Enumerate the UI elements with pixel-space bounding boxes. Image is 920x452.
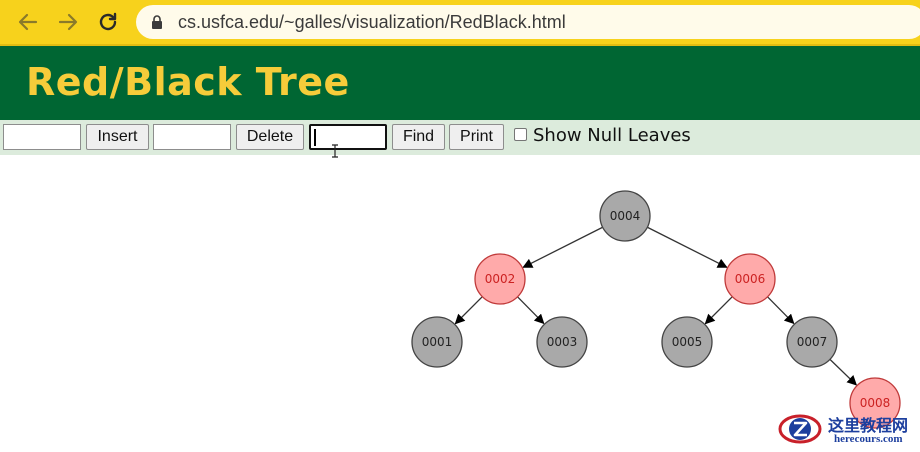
find-button[interactable]: Find: [392, 124, 445, 150]
tree-node-0001: 0001: [411, 316, 463, 368]
tree-node-label: 0004: [610, 209, 641, 223]
tree-edge-0006-0005: [704, 296, 733, 325]
tree-node-label: 0002: [485, 272, 516, 286]
tree-node-0007: 0007: [786, 316, 838, 368]
tree-edge-0007-0008: [829, 358, 858, 386]
tree-node-0004: 0004: [599, 190, 651, 242]
tree-edge-0004-0002: [522, 226, 603, 268]
url-text: cs.usfca.edu/~galles/visualization/RedBl…: [178, 12, 566, 32]
reload-icon[interactable]: [96, 10, 120, 34]
lock-icon[interactable]: [150, 15, 164, 29]
address-bar[interactable]: cs.usfca.edu/~galles/visualization/RedBl…: [136, 5, 920, 39]
page-title: Red/Black Tree: [26, 60, 350, 104]
tree-node-label: 0001: [422, 335, 453, 349]
tree-node-label: 0006: [735, 272, 766, 286]
find-input[interactable]: [309, 124, 387, 150]
text-caret: [314, 129, 316, 146]
tree-edge-0002-0001: [454, 296, 483, 325]
watermark-en-text: herecours.com: [834, 433, 903, 445]
insert-input[interactable]: [3, 124, 81, 150]
watermark-logo: 这里教程网 herecours.com: [776, 408, 916, 448]
show-null-leaves-checkbox[interactable]: [514, 128, 527, 141]
tree-edge-0002-0003: [517, 296, 545, 325]
tree-node-0003: 0003: [536, 316, 588, 368]
delete-button[interactable]: Delete: [236, 124, 304, 150]
browser-toolbar: cs.usfca.edu/~galles/visualization/RedBl…: [0, 0, 920, 46]
tree-edge-0004-0006: [647, 226, 728, 268]
arrow-right-icon[interactable]: [56, 10, 80, 34]
tree-node-label: 0003: [547, 335, 578, 349]
arrow-left-icon[interactable]: [16, 10, 40, 34]
watermark-emblem-icon: [778, 414, 822, 444]
control-bar: Insert Delete Find Print Show Null Leave…: [0, 120, 920, 155]
show-null-leaves-label: Show Null Leaves: [533, 125, 691, 146]
delete-input[interactable]: [153, 124, 231, 150]
tree-node-label: 0005: [672, 335, 703, 349]
page-header: Red/Black Tree: [0, 46, 920, 120]
tree-node-0002: 0002: [474, 253, 526, 305]
insert-button[interactable]: Insert: [86, 124, 149, 150]
tree-edge-0006-0007: [767, 296, 795, 325]
tree-node-0006: 0006: [724, 253, 776, 305]
tree-node-0005: 0005: [661, 316, 713, 368]
print-button[interactable]: Print: [449, 124, 504, 150]
tree-node-label: 0007: [797, 335, 828, 349]
